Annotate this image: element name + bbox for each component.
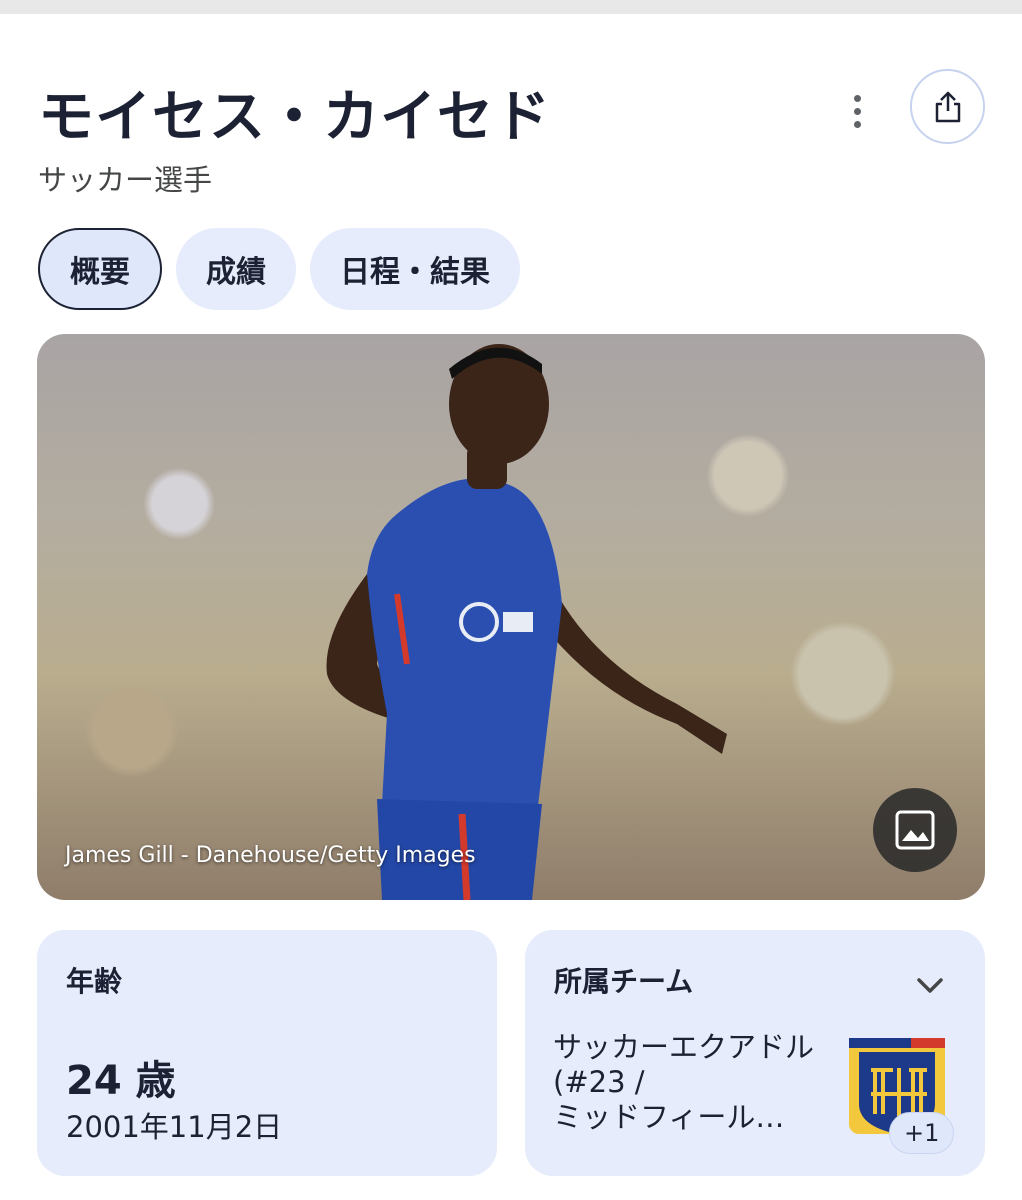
player-photo[interactable]: James Gill - Danehouse/Getty Images xyxy=(37,334,985,900)
player-figure xyxy=(326,344,727,900)
age-label: 年齢 xyxy=(66,965,123,998)
team-name-line: (#23 / xyxy=(553,1064,645,1099)
tab-schedule-results[interactable]: 日程・結果 xyxy=(310,228,520,310)
more-options-button[interactable] xyxy=(832,86,882,136)
age-value: 24 歳 xyxy=(66,1058,176,1104)
team-name[interactable]: サッカーエクアドル (#23 / ミッドフィール… xyxy=(553,1030,843,1134)
age-card[interactable]: 年齢 24 歳 2001年11月2日 xyxy=(37,930,497,1176)
top-divider xyxy=(0,0,1022,30)
more-teams-badge[interactable]: +1 xyxy=(889,1112,955,1154)
more-vert-icon xyxy=(853,94,861,102)
birth-date: 2001年11月2日 xyxy=(66,1110,283,1144)
photo-credit: James Gill - Danehouse/Getty Images xyxy=(65,843,476,868)
share-icon xyxy=(935,91,960,122)
team-card[interactable]: 所属チーム サッカーエクアドル (#23 / ミッドフィール… +1 xyxy=(525,930,985,1176)
image-icon xyxy=(895,810,935,850)
page-title: モイセス・カイセド xyxy=(38,85,551,150)
team-name-line: サッカーエクアドル xyxy=(553,1030,815,1064)
team-name-line: ミッドフィール… xyxy=(553,1099,785,1134)
tab-stats[interactable]: 成績 xyxy=(176,228,296,310)
tab-overview[interactable]: 概要 xyxy=(38,228,162,310)
chevron-down-icon[interactable] xyxy=(913,968,947,1002)
tab-bar: 概要 成績 日程・結果 xyxy=(38,228,520,310)
team-label: 所属チーム xyxy=(554,965,694,998)
share-button[interactable] xyxy=(910,69,985,144)
page-subtitle: サッカー選手 xyxy=(38,163,213,197)
view-images-button[interactable] xyxy=(873,788,957,872)
